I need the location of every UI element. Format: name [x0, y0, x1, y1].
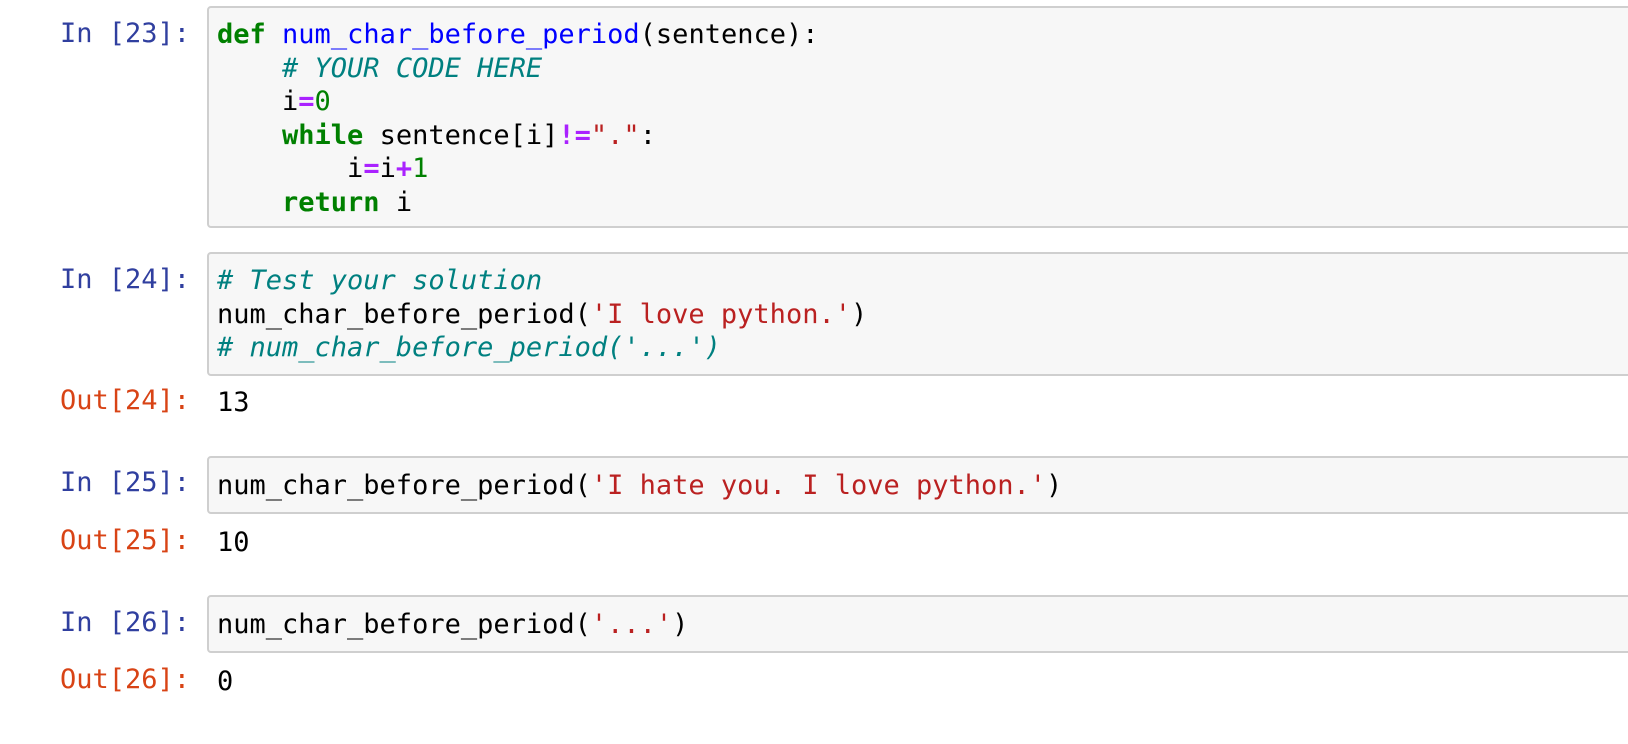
input-prompt: In [25]:	[60, 467, 191, 498]
code-editor[interactable]: num_char_before_period('...')	[217, 608, 688, 642]
code-line: return i	[217, 186, 818, 220]
code-input-area[interactable]: def num_char_before_period(sentence): # …	[207, 6, 1628, 228]
code-line: i=i+1	[217, 152, 818, 186]
code-editor[interactable]: # Test your solution num_char_before_peri…	[217, 264, 867, 365]
operator: !=	[558, 119, 591, 151]
code-text: :	[639, 119, 656, 151]
comment: # num_char_before_period('...')	[217, 332, 721, 363]
code-line: i=0	[217, 85, 818, 119]
keyword: while	[282, 119, 364, 151]
code-text: )	[1046, 470, 1063, 501]
code-editor[interactable]: num_char_before_period('I hate you. I lo…	[217, 469, 1062, 503]
input-prompt: In [23]:	[60, 18, 191, 49]
code-text: num_char_before_period(	[217, 470, 591, 501]
code-input-area[interactable]: # Test your solution num_char_before_peri…	[207, 252, 1628, 376]
string-literal: '...'	[590, 609, 673, 640]
string-literal: "."	[590, 119, 640, 151]
notebook: In [23]: def num_char_before_period(sent…	[0, 0, 1628, 744]
code-line: def num_char_before_period(sentence):	[217, 18, 818, 52]
output-prompt: Out[25]:	[60, 525, 191, 556]
code-line: # YOUR CODE HERE	[217, 52, 818, 86]
string-literal: 'I hate you. I love python.'	[590, 470, 1047, 501]
function-name: num_char_before_period	[282, 19, 640, 50]
code-text: num_char_before_period(	[217, 298, 591, 330]
code-line: num_char_before_period('I love python.')	[217, 298, 867, 332]
operator: +	[395, 153, 413, 184]
code-cell-24: In [24]: # Test your solution num_char_be…	[0, 250, 1628, 430]
keyword: return	[282, 186, 380, 218]
operator: =	[298, 86, 315, 117]
output-prompt: Out[24]:	[60, 385, 191, 416]
code-cell-26: In [26]: num_char_before_period('...') O…	[0, 595, 1628, 740]
number-literal: 0	[314, 86, 331, 117]
code-editor[interactable]: def num_char_before_period(sentence): # …	[217, 18, 818, 219]
code-text: num_char_before_period(	[217, 609, 591, 640]
code-text: (sentence):	[639, 19, 819, 50]
code-text: )	[672, 609, 689, 640]
code-text: i	[217, 153, 364, 184]
code-line: # num_char_before_period('...')	[217, 331, 867, 365]
code-cell-23: In [23]: def num_char_before_period(sent…	[0, 0, 1628, 230]
code-input-area[interactable]: num_char_before_period('I hate you. I lo…	[207, 456, 1628, 514]
input-prompt: In [24]:	[60, 264, 191, 295]
code-line: while sentence[i]!=".":	[217, 119, 818, 153]
code-line: # Test your solution	[217, 264, 867, 298]
code-text: sentence[i]	[363, 119, 559, 151]
code-line: num_char_before_period('...')	[217, 608, 688, 642]
code-text: i	[379, 153, 396, 184]
cell-output: 13	[217, 387, 250, 418]
number-literal: 1	[412, 153, 429, 184]
code-text: )	[850, 298, 868, 330]
cell-output: 10	[217, 527, 250, 558]
comment: # Test your solution	[217, 265, 543, 296]
output-prompt: Out[26]:	[60, 664, 191, 695]
keyword: def	[217, 19, 266, 50]
code-text: i	[217, 86, 299, 117]
code-text: i	[379, 186, 413, 218]
input-prompt: In [26]:	[60, 607, 191, 638]
cell-output: 0	[217, 666, 234, 697]
code-input-area[interactable]: num_char_before_period('...')	[207, 595, 1628, 653]
code-cell-25: In [25]: num_char_before_period('I hate …	[0, 455, 1628, 575]
code-line: num_char_before_period('I hate you. I lo…	[217, 469, 1062, 503]
string-literal: 'I love python.'	[590, 298, 851, 330]
operator: =	[363, 153, 380, 184]
comment: # YOUR CODE HERE	[282, 52, 543, 84]
